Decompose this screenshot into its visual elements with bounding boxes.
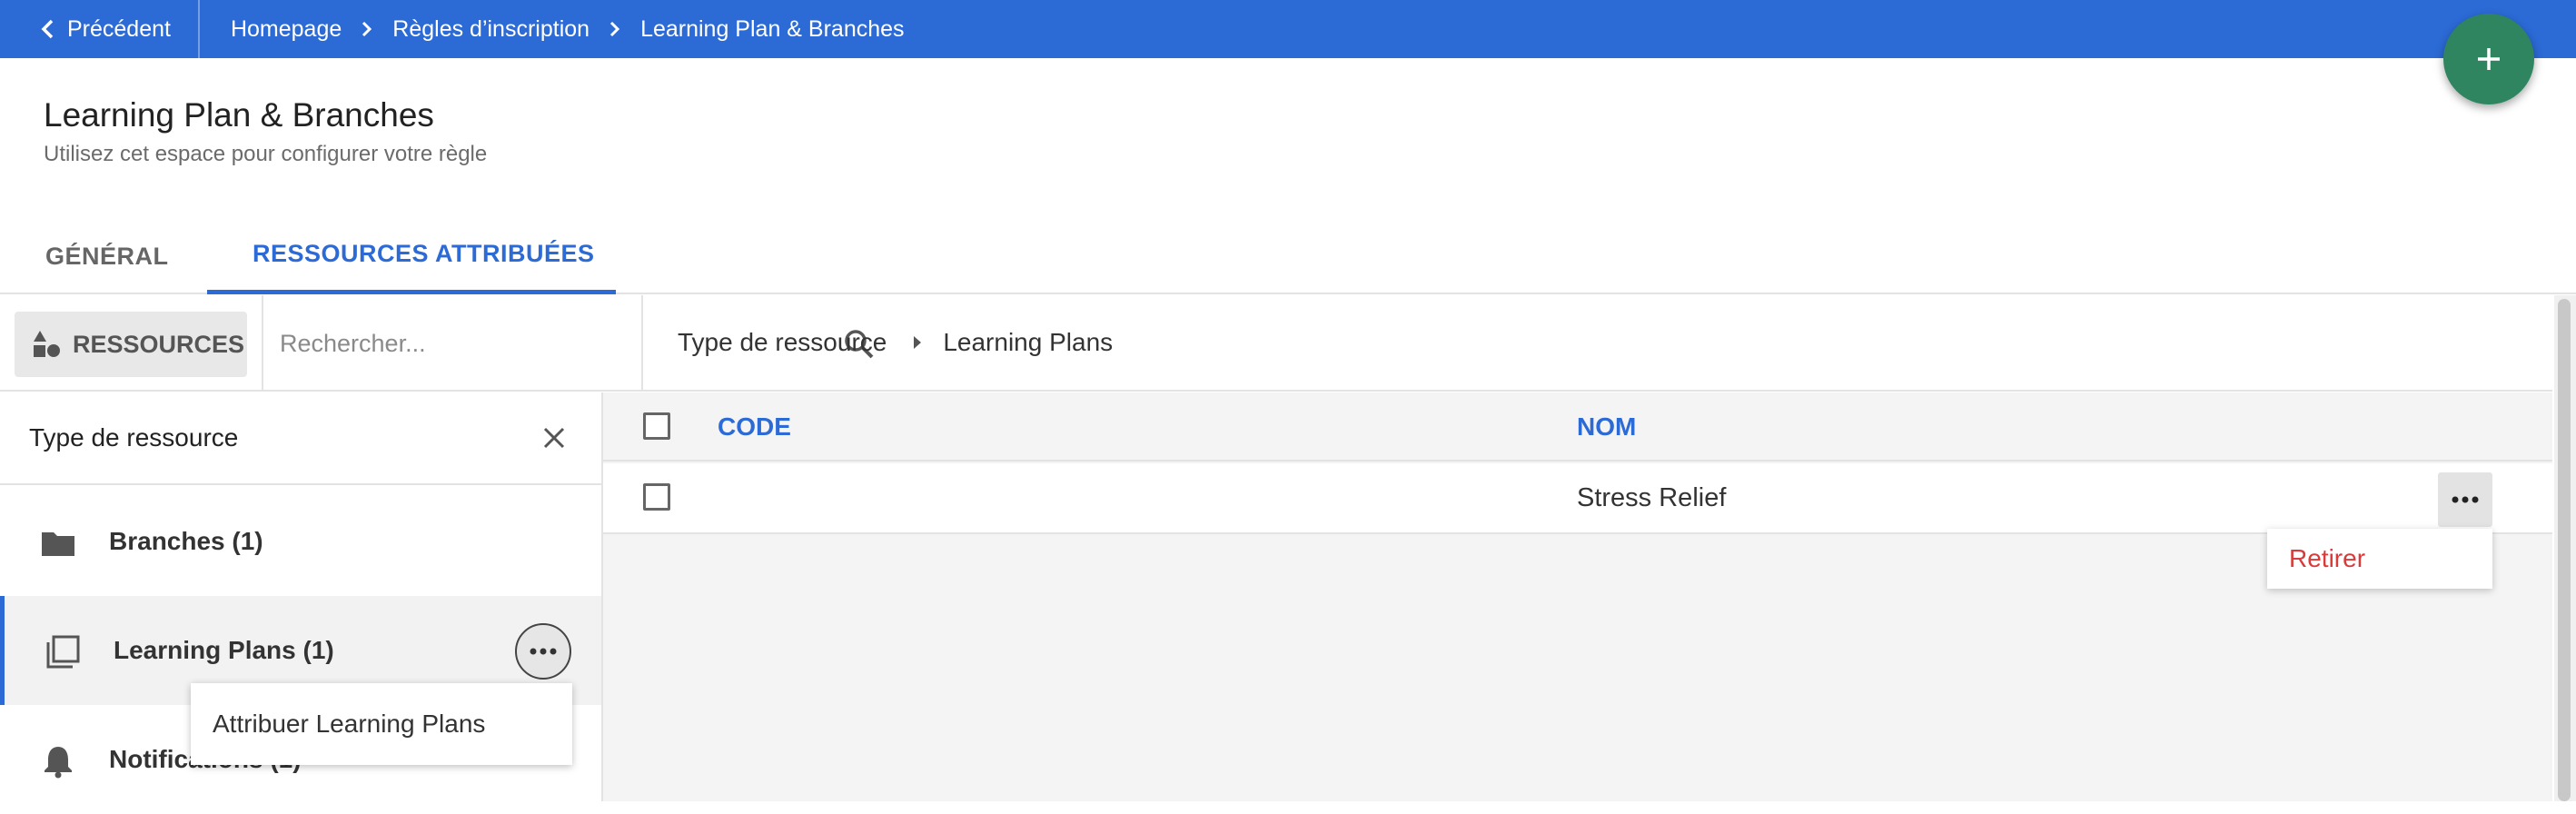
path-resource-type[interactable]: Type de ressource: [678, 328, 887, 357]
breadcrumb: Homepage Règles d’inscription Learning P…: [200, 16, 905, 43]
learning-plan-icon: [46, 635, 80, 669]
page-subtitle: Utilisez cet espace pour configurer votr…: [44, 142, 488, 166]
vertical-scrollbar: [2554, 295, 2576, 801]
page-title: Learning Plan & Branches: [44, 96, 434, 134]
remove-menu-item[interactable]: Retirer: [2267, 529, 2492, 589]
resource-type-label: Branches (1): [109, 527, 263, 555]
tab-bar: GÉNÉRAL RESSOURCES ATTRIBUÉES: [0, 218, 2576, 294]
plus-icon: [2478, 48, 2500, 70]
breadcrumb-current: Learning Plan & Branches: [640, 15, 905, 42]
close-icon[interactable]: [538, 422, 570, 454]
assign-learning-plans-menu-item[interactable]: Attribuer Learning Plans: [191, 683, 572, 765]
tab-assigned-resources[interactable]: RESSOURCES ATTRIBUÉES: [207, 218, 616, 294]
panel-title: Type de ressource: [29, 423, 239, 452]
add-button[interactable]: [2443, 14, 2534, 104]
resources-button[interactable]: RESSOURCES: [15, 312, 247, 377]
resources-button-label: RESSOURCES: [73, 330, 245, 358]
table-header: CODE NOM: [603, 392, 2552, 462]
resource-type-label: Learning Plans (1): [114, 636, 334, 664]
chevron-right-icon: [362, 20, 372, 38]
back-label: Précédent: [67, 15, 171, 42]
folder-icon: [42, 532, 74, 556]
row-more-button[interactable]: [2438, 472, 2492, 527]
more-horizontal-icon: [530, 648, 557, 655]
more-options-button[interactable]: [515, 623, 571, 680]
column-header-name[interactable]: NOM: [1577, 412, 1636, 442]
table-row[interactable]: Stress Relief: [603, 463, 2552, 534]
back-button[interactable]: Précédent: [0, 0, 200, 58]
tab-general[interactable]: GÉNÉRAL: [45, 218, 169, 294]
resources-table: CODE NOM Stress Relief Retirer: [603, 392, 2552, 801]
path-current: Learning Plans: [943, 328, 1114, 356]
column-header-code[interactable]: CODE: [718, 412, 791, 442]
breadcrumb-homepage[interactable]: Homepage: [231, 16, 342, 43]
more-horizontal-icon: [2452, 496, 2479, 503]
shapes-icon: [34, 331, 60, 357]
caret-right-icon: [912, 334, 923, 351]
resource-path: Type de ressource Learning Plans: [678, 295, 1113, 390]
chevron-left-icon: [41, 19, 54, 39]
chevron-right-icon: [609, 20, 620, 38]
search-box: [262, 295, 874, 390]
cell-name: Stress Relief: [1577, 483, 1727, 512]
row-checkbox[interactable]: [643, 483, 670, 511]
select-all-checkbox[interactable]: [643, 412, 670, 440]
breadcrumb-enrollment-rules[interactable]: Règles d’inscription: [392, 16, 590, 43]
top-navigation-bar: Précédent Homepage Règles d’inscription …: [0, 0, 2576, 58]
bell-icon: [45, 747, 72, 779]
search-input[interactable]: [280, 321, 570, 366]
panel-header: Type de ressource: [0, 392, 601, 485]
resources-toolbar: RESSOURCES Type de ressource Learning Pl…: [0, 295, 2552, 392]
resource-type-branches[interactable]: Branches (1): [0, 487, 601, 596]
scrollbar-thumb[interactable]: [2558, 299, 2571, 801]
